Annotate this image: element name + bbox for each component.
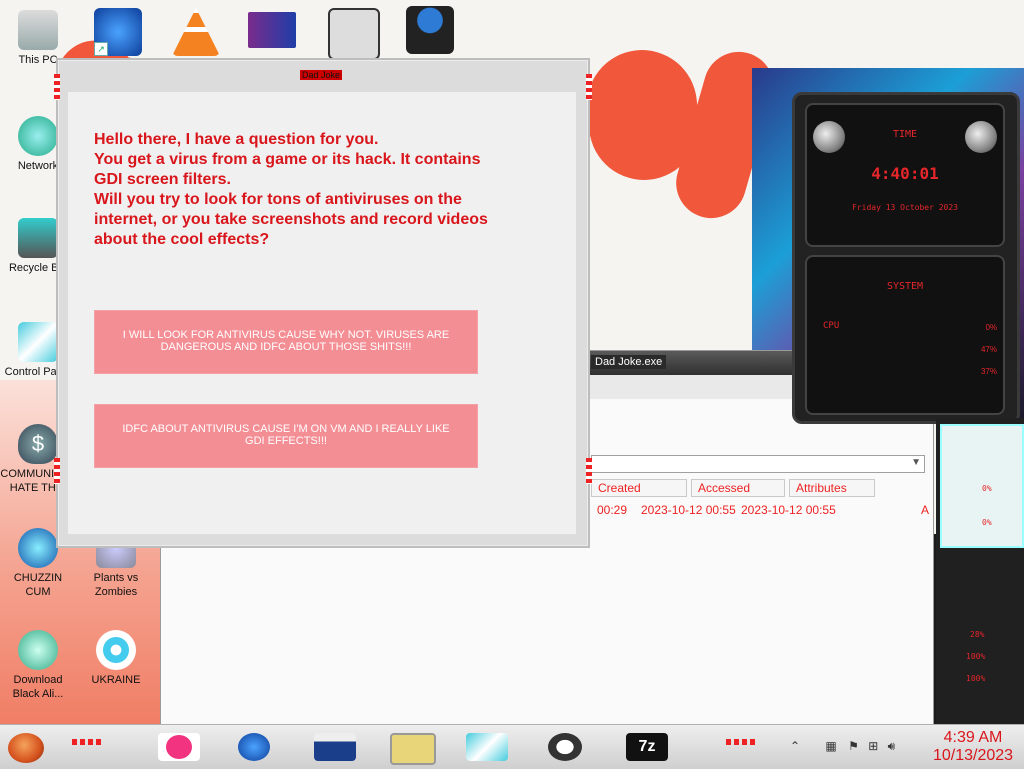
- choice-antivirus-button[interactable]: I WILL LOOK FOR ANTIVIRUS CAUSE WHY NOT.…: [94, 310, 478, 374]
- start-button[interactable]: [8, 733, 44, 763]
- desktop-icon-label: CHUZZIN CUM: [13, 572, 63, 598]
- hxd-icon[interactable]: [248, 12, 296, 48]
- question-label: Hello there, I have a question for you. …: [94, 131, 488, 248]
- agent-icon[interactable]: [406, 6, 454, 54]
- 7zip-icon[interactable]: 7z: [626, 733, 668, 761]
- desktop-icon-download[interactable]: Download Black Ali...: [0, 630, 76, 701]
- obs-icon[interactable]: [548, 733, 582, 761]
- secondary-gadget: 0% 0% 28% 100% 100%: [936, 418, 1024, 728]
- system-panel: SYSTEM CPU 0% 47% 37%: [805, 255, 1005, 415]
- system-monitor-gadget[interactable]: TIME 4:40:01 Friday 13 October 2023 SYST…: [792, 92, 1020, 424]
- chevron-down-icon[interactable]: ▼: [911, 457, 921, 468]
- dialog-title: Dad Joke: [300, 70, 343, 80]
- cell-modified: 00:29: [597, 503, 628, 517]
- alien-download-icon: [18, 630, 58, 670]
- notes-icon[interactable]: [158, 733, 200, 761]
- choice-gdi-effects-button[interactable]: IDFC ABOUT ANTIVIRUS CAUSE I'M ON VM AND…: [94, 404, 478, 468]
- recycle-bin-icon: [18, 218, 58, 258]
- gadget-side-value: 28%: [970, 630, 985, 639]
- cpu-label: CPU: [823, 321, 840, 331]
- gadget-time: 4:40:01: [871, 164, 939, 183]
- taskbar-clock[interactable]: 4:39 AM 10/13/2023: [928, 729, 1018, 765]
- flag-icon[interactable]: ⚑: [848, 739, 859, 753]
- alien-head-icon: [813, 121, 845, 153]
- desktop-icon-label: Plants vs Zombies: [93, 572, 139, 598]
- dialog-body: Hello there, I have a question for you. …: [68, 92, 576, 534]
- gadget-side-value: 0%: [982, 518, 992, 527]
- firefox-icon[interactable]: [238, 733, 270, 761]
- dad-joke-dialog[interactable]: Dad Joke Hello there, I have a question …: [54, 58, 592, 548]
- chevron-up-icon[interactable]: ⌃: [790, 739, 800, 753]
- network-icon: [18, 116, 58, 156]
- bg-window-dropdown[interactable]: ▼: [591, 455, 925, 473]
- gadget-side-value: 100%: [966, 674, 986, 683]
- radiation-icon: [96, 630, 136, 670]
- desktop-icon-label: UKRAINE: [91, 674, 141, 686]
- disk-value: 37%: [980, 367, 997, 376]
- column-accessed[interactable]: Accessed: [691, 479, 785, 497]
- desktop-icon-label: Download Black Ali...: [12, 674, 64, 700]
- cpu-value: 0%: [985, 323, 997, 332]
- network-status-icon[interactable]: ⊞: [868, 739, 878, 753]
- table-row[interactable]: 00:29 2023-10-12 00:55 2023-10-12 00:55 …: [597, 503, 931, 517]
- memory-value: 47%: [980, 345, 997, 354]
- clock-date: 10/13/2023: [932, 747, 1014, 764]
- column-attributes[interactable]: Attributes: [789, 479, 875, 497]
- alien-head-icon: [965, 121, 997, 153]
- clock-time: 4:39 AM: [943, 729, 1003, 746]
- column-created[interactable]: Created: [591, 479, 687, 497]
- desktop-icon-ukraine[interactable]: UKRAINE: [78, 630, 154, 687]
- cell-accessed: 2023-10-12 00:55: [741, 503, 836, 517]
- chuzzle-icon: [18, 528, 58, 568]
- cell-attributes: A: [921, 503, 930, 517]
- time-panel: TIME 4:40:01 Friday 13 October 2023: [805, 103, 1005, 247]
- bg-column-headers: Created Accessed Attributes: [591, 479, 875, 497]
- gadget-side-value: 100%: [966, 652, 986, 661]
- cell-created: 2023-10-12 00:55: [641, 503, 736, 517]
- volume-icon[interactable]: 🔊︎: [888, 739, 896, 753]
- system-label: SYSTEM: [886, 281, 924, 292]
- money-bag-icon: $: [18, 424, 58, 464]
- computer-icon: [18, 10, 58, 50]
- question-text: Hello there, I have a question for you. …: [94, 130, 534, 250]
- id-card-icon[interactable]: [390, 733, 436, 765]
- file-explorer-icon[interactable]: [314, 733, 356, 761]
- gadget-side-value: 0%: [982, 484, 992, 493]
- gadget-date: Friday 13 October 2023: [852, 203, 958, 212]
- bg-window-title: Dad Joke.exe: [591, 355, 667, 369]
- control-panel-icon: [18, 322, 58, 362]
- app-icon[interactable]: [328, 8, 380, 60]
- system-tray[interactable]: ⌃ ▦ ⚑ ⊞ 🔊︎: [790, 739, 895, 754]
- ime-icon[interactable]: ▦: [825, 739, 836, 753]
- firefox-icon[interactable]: ↗: [94, 8, 142, 56]
- taskbar: 7z ⌃ ▦ ⚑ ⊞ 🔊︎ 4:39 AM 10/13/2023: [0, 724, 1024, 769]
- control-panel-icon[interactable]: [466, 733, 508, 761]
